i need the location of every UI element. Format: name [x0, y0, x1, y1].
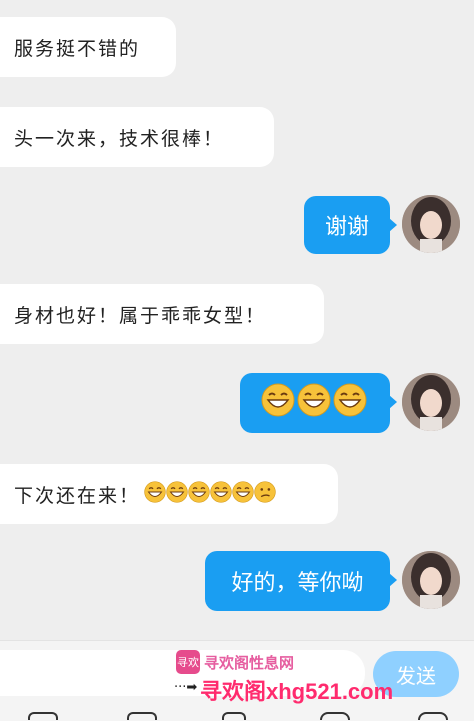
grin-emoji — [210, 480, 232, 508]
message-text: 下次还在来！ — [14, 484, 141, 507]
outgoing-message: 谢谢 — [304, 196, 397, 254]
watermark-text: 寻欢阁性息网 — [204, 654, 295, 672]
file-icon[interactable] — [222, 712, 246, 720]
incoming-message: 身材也好！属于乖乖女型！ — [0, 284, 324, 344]
image-icon[interactable] — [127, 712, 157, 720]
message-text: 好的，等你呦 — [231, 571, 364, 596]
watermark-arrow: ···➡ — [174, 680, 198, 695]
outgoing-message — [240, 373, 397, 433]
grin-emoji — [333, 383, 367, 423]
message-text: 服务挺不错的 — [14, 37, 141, 60]
avatar[interactable] — [402, 195, 460, 253]
avatar[interactable] — [402, 373, 460, 431]
incoming-message: 服务挺不错的 — [0, 17, 176, 77]
keyboard-icon[interactable] — [28, 712, 58, 720]
incoming-message: 下次还在来！ — [0, 464, 338, 524]
thinking-emoji — [254, 480, 276, 508]
message-text: 头一次来，技术很棒！ — [14, 127, 225, 150]
emoji-icon[interactable] — [418, 712, 448, 720]
grin-emoji — [188, 480, 210, 508]
grin-emoji — [166, 480, 188, 508]
incoming-message: 头一次来，技术很棒！ — [0, 107, 274, 167]
message-text: 身材也好！属于乖乖女型！ — [14, 304, 267, 327]
avatar[interactable] — [402, 551, 460, 609]
watermark-url: 寻欢阁xhg521.com — [200, 679, 394, 704]
message-text: 谢谢 — [324, 215, 369, 240]
grin-emoji — [297, 383, 331, 423]
voice-icon[interactable] — [320, 712, 350, 720]
grin-emoji — [232, 480, 254, 508]
grin-emoji — [261, 383, 295, 423]
watermark-logo: 寻欢 — [176, 650, 200, 674]
outgoing-message: 好的，等你呦 — [205, 551, 397, 611]
grin-emoji — [144, 480, 166, 508]
